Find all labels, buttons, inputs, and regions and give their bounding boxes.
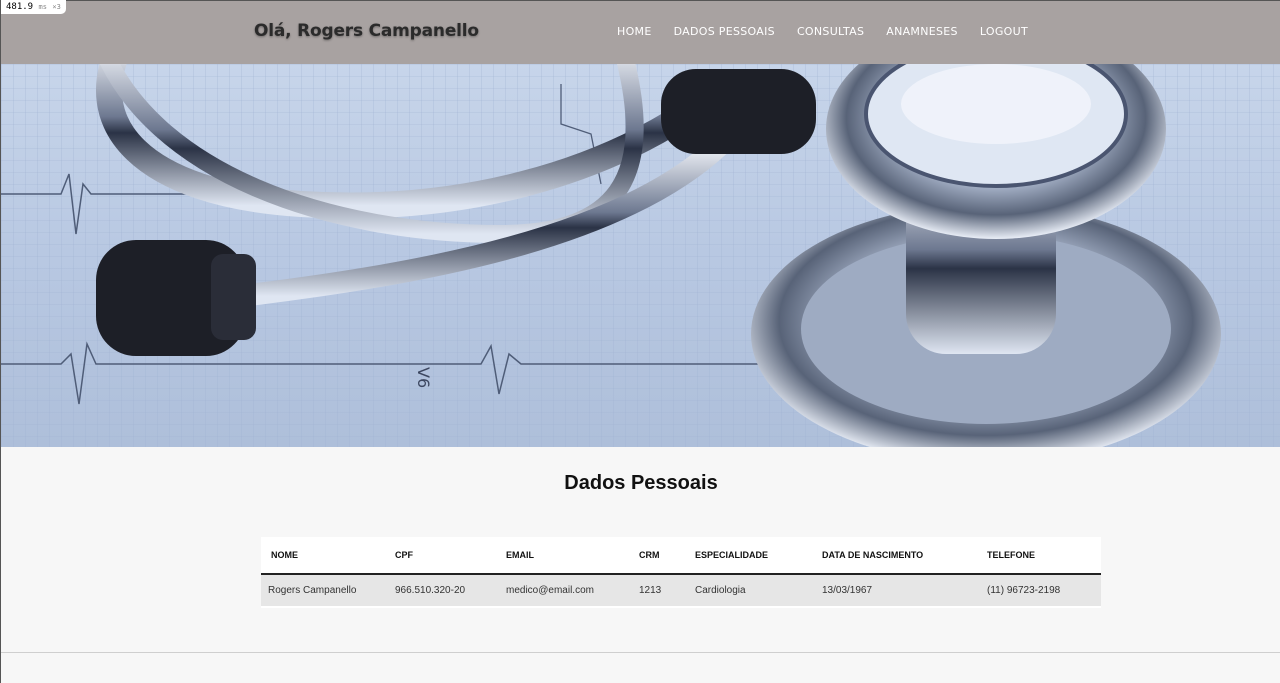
- col-nome: NOME: [261, 537, 395, 575]
- navbar: Olá, Rogers Campanello HOME DADOS PESSOA…: [1, 0, 1280, 64]
- footer-divider: [1, 652, 1280, 653]
- table-row: Rogers Campanello 966.510.320-20 medico@…: [261, 574, 1101, 606]
- cell-nome: Rogers Campanello: [261, 574, 395, 606]
- performance-badge: 481.9 ms ×3: [1, 0, 66, 14]
- perf-unit: ms: [38, 3, 47, 11]
- col-crm: CRM: [639, 537, 695, 575]
- col-especialidade: ESPECIALIDADE: [695, 537, 822, 575]
- col-telefone: TELEFONE: [987, 537, 1101, 575]
- perf-value: 481.9: [6, 2, 34, 12]
- col-data-nascimento: DATA DE NASCIMENTO: [822, 537, 987, 575]
- col-cpf: CPF: [395, 537, 506, 575]
- cell-telefone: (11) 96723-2198: [987, 574, 1101, 606]
- nav-home[interactable]: HOME: [617, 25, 652, 38]
- cell-especialidade: Cardiologia: [695, 574, 822, 606]
- main-nav: HOME DADOS PESSOAIS CONSULTAS ANAMNESES …: [606, 25, 1039, 38]
- nav-consultas[interactable]: CONSULTAS: [797, 25, 864, 38]
- perf-multiplier: ×3: [52, 3, 61, 11]
- cell-email: medico@email.com: [506, 574, 639, 606]
- ecg-lead-label: V6: [414, 367, 433, 388]
- page-title: Dados Pessoais: [564, 472, 718, 494]
- col-email: EMAIL: [506, 537, 639, 575]
- cell-cpf: 966.510.320-20: [395, 574, 506, 606]
- personal-data-table: NOME CPF EMAIL CRM ESPECIALIDADE DATA DE…: [261, 537, 1101, 608]
- user-greeting: Olá, Rogers Campanello: [254, 21, 479, 41]
- hero-banner-stethoscope: V6: [1, 64, 1280, 447]
- nav-dados-pessoais[interactable]: DADOS PESSOAIS: [674, 25, 775, 38]
- stethoscope-illustration: V6: [1, 64, 1280, 447]
- nav-logout[interactable]: LOGOUT: [980, 25, 1028, 38]
- nav-anamneses[interactable]: ANAMNESES: [886, 25, 958, 38]
- cell-crm: 1213: [639, 574, 695, 606]
- table-header-row: NOME CPF EMAIL CRM ESPECIALIDADE DATA DE…: [261, 537, 1101, 575]
- cell-data-nascimento: 13/03/1967: [822, 574, 987, 606]
